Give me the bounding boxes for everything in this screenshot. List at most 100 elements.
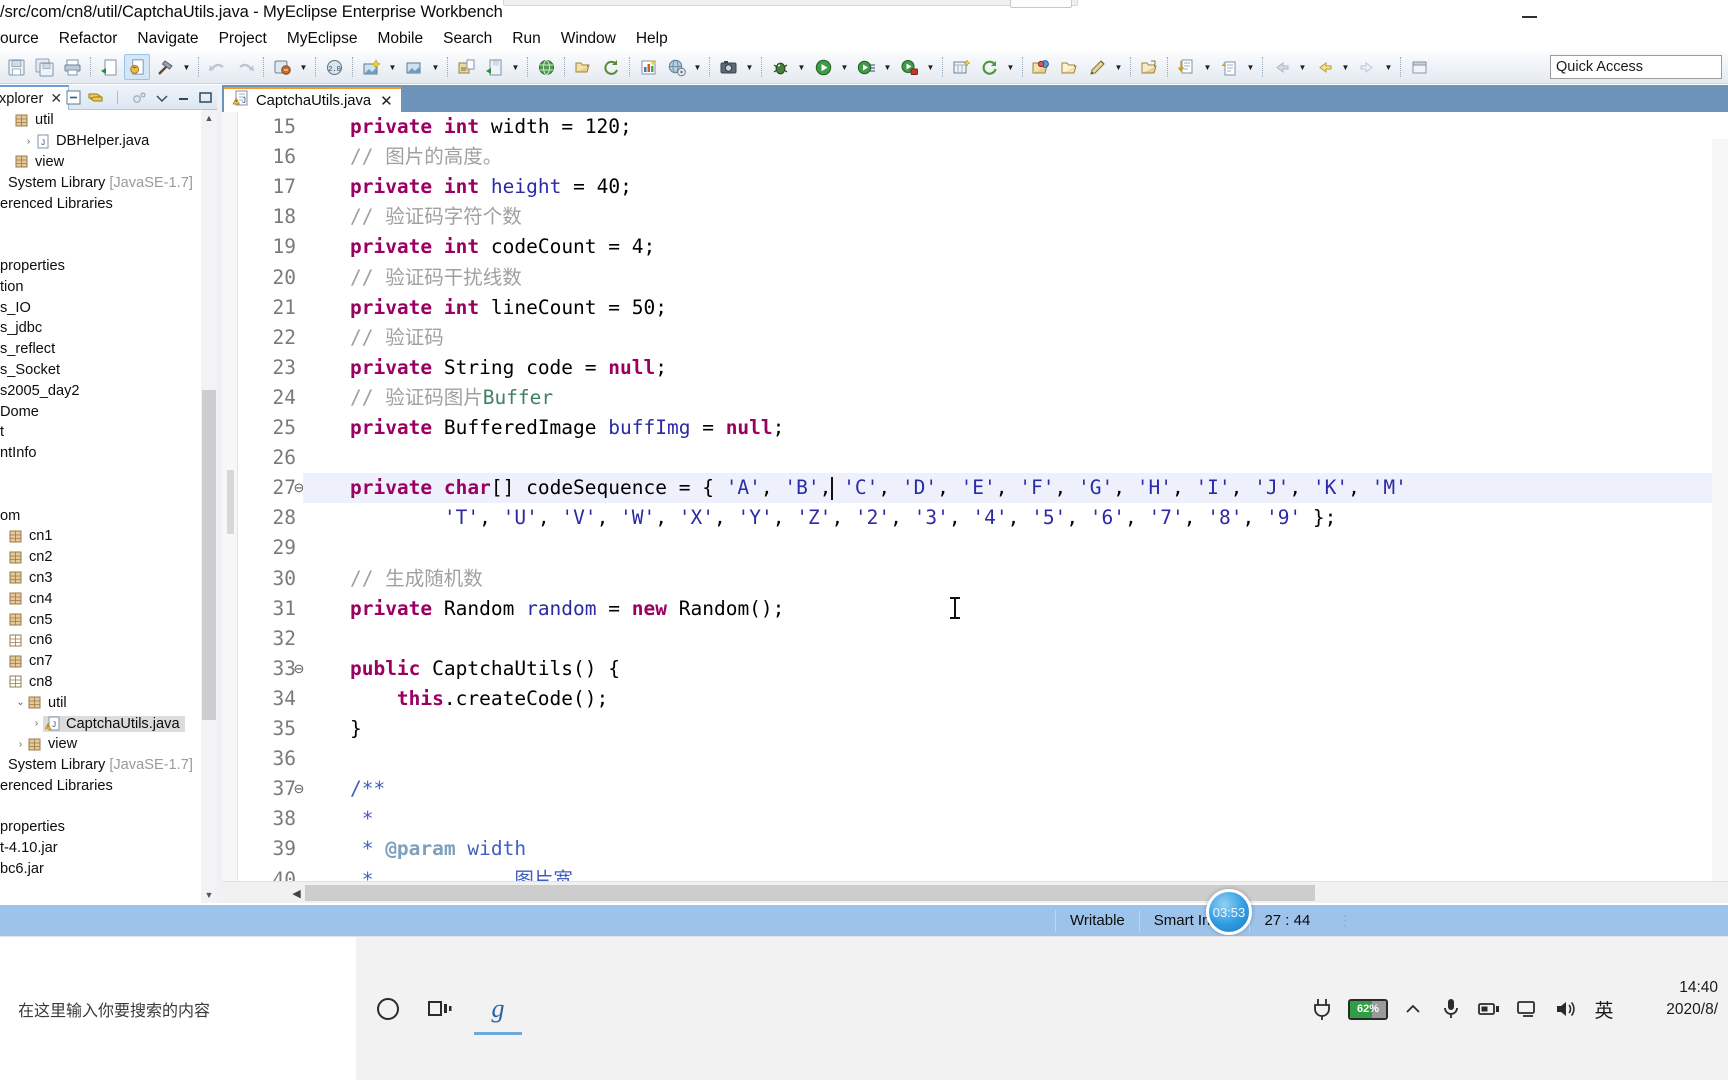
focus-on-active-task-icon[interactable] — [130, 88, 149, 107]
tree-item-s2005-day2[interactable]: s2005_day2 — [0, 380, 217, 401]
volume-icon[interactable] — [1546, 987, 1584, 1031]
open-db-dropdown-arrow-icon[interactable]: ▼ — [429, 54, 442, 80]
open-resource-icon[interactable] — [570, 54, 596, 80]
screen-recorder-bubble[interactable]: 03:53 — [1206, 889, 1252, 935]
debug-dropdown-arrow-icon[interactable]: ▼ — [795, 54, 808, 80]
taskbar-search-input[interactable]: 在这里输入你要搜索的内容 — [0, 937, 356, 1080]
run-server-icon[interactable] — [481, 54, 507, 80]
tree-item-s-jdbc[interactable]: s_jdbc — [0, 318, 217, 339]
tree-item-s-reflect[interactable]: s_reflect — [0, 339, 217, 360]
tree-item-t-4-10-jar[interactable]: t-4.10.jar — [0, 838, 217, 859]
screenshot-icon[interactable] — [715, 54, 741, 80]
tree-item-system-library[interactable]: System Library [JavaSE-1.7] — [0, 755, 217, 776]
new-java-class-icon[interactable] — [124, 54, 150, 80]
deploy-icon[interactable] — [269, 54, 295, 80]
taskbar-clock[interactable]: 14:40 2020/8/ — [1622, 977, 1718, 1021]
editor-body[interactable]: 15 16 17 18 19 20 21 22 23 24 25 26 27 ⊖ 28 29 30 31 32 33 ⊖… — [222, 112, 1728, 881]
open-resource-2-icon[interactable] — [1056, 54, 1082, 80]
menu-item-navigate[interactable]: Navigate — [127, 26, 208, 51]
menu-item-myeclipse[interactable]: MyEclipse — [277, 26, 368, 51]
power-plug-icon[interactable] — [1304, 987, 1342, 1031]
run-icon[interactable] — [810, 54, 836, 80]
tab-captchautils-java[interactable]: J CaptchaUtils.java ✕ — [224, 87, 401, 112]
globe-db-icon[interactable] — [663, 54, 689, 80]
cortana-icon[interactable] — [368, 989, 408, 1029]
package-explorer-tree[interactable]: util › J DBHelper.java view System Library … — [0, 110, 217, 903]
menu-item-search[interactable]: Search — [433, 26, 502, 51]
maximize-view-icon[interactable] — [196, 88, 215, 107]
edit-pencil-icon[interactable] — [1084, 54, 1110, 80]
pin-editor-icon[interactable] — [1406, 54, 1432, 80]
tree-item-erenced-libraries[interactable]: erenced Libraries — [0, 776, 217, 797]
tree-item-dbhelper-java[interactable]: › J DBHelper.java — [0, 131, 217, 152]
previous-annotation-dropdown-arrow-icon[interactable]: ▼ — [1201, 54, 1214, 80]
marker-bar[interactable] — [222, 112, 238, 881]
view-menu-icon[interactable] — [152, 88, 171, 107]
expand-twisty-icon[interactable]: › — [30, 718, 43, 729]
tree-item-captchautils-java[interactable]: › J CaptchaUtils.java — [0, 713, 217, 734]
expand-twisty-icon[interactable]: › — [22, 136, 35, 147]
tree-item-cn4[interactable]: cn4 — [0, 588, 217, 609]
tree-item-cn8[interactable]: cn8 — [0, 672, 217, 693]
editor-vertical-scrollbar[interactable] — [1712, 139, 1728, 881]
run-configurations-icon[interactable] — [896, 54, 922, 80]
tree-item-s-socket[interactable]: s_Socket — [0, 360, 217, 381]
tree-item-cn3[interactable]: cn3 — [0, 568, 217, 589]
globe-db-dropdown-arrow-icon[interactable]: ▼ — [691, 54, 704, 80]
tree-item-view[interactable]: › view — [0, 734, 217, 755]
collapse-all-icon[interactable] — [64, 88, 83, 107]
new-db-wizard-icon[interactable] — [358, 54, 384, 80]
menu-item-help[interactable]: Help — [626, 26, 678, 51]
package-explorer-scrollbar[interactable]: ▲ ▼ — [201, 110, 217, 903]
tree-item-system-library[interactable]: System Library [JavaSE-1.7] — [0, 172, 217, 193]
sync-dropdown-arrow-icon[interactable]: ▼ — [1004, 54, 1017, 80]
tree-item-t[interactable]: t — [0, 422, 217, 443]
menu-item-project[interactable]: Project — [209, 26, 277, 51]
quick-access-input[interactable]: Quick Access — [1550, 55, 1722, 79]
import-project-icon[interactable] — [453, 54, 479, 80]
menu-item-run[interactable]: Run — [502, 26, 550, 51]
tree-item-util[interactable]: ⌄ util — [0, 692, 217, 713]
tree-item-dome[interactable]: Dome — [0, 401, 217, 422]
open-db-icon[interactable] — [401, 54, 427, 80]
scroll-down-icon[interactable]: ▼ — [201, 887, 217, 903]
task-view-icon[interactable] — [420, 989, 460, 1029]
tree-item-cn1[interactable]: cn1 — [0, 526, 217, 547]
tree-item-om[interactable]: om — [0, 505, 217, 526]
code-text-area[interactable]: private int width = 120; // 图片的高度。 priva… — [303, 112, 1712, 881]
menu-item-window[interactable]: Window — [551, 26, 626, 51]
tree-item-properties[interactable]: properties — [0, 256, 217, 277]
tree-item-util[interactable]: util — [0, 110, 217, 131]
minimize-view-icon[interactable] — [174, 88, 193, 107]
hscrollbar-thumb[interactable] — [305, 885, 1315, 901]
run-server-dropdown-arrow-icon[interactable]: ▼ — [509, 54, 522, 80]
save-all-icon[interactable] — [31, 54, 57, 80]
close-icon[interactable]: ✕ — [380, 92, 393, 110]
new-java-file-icon[interactable] — [96, 54, 122, 80]
tree-item-tion[interactable]: tion — [0, 276, 217, 297]
report-icon[interactable] — [635, 54, 661, 80]
debug-icon[interactable] — [767, 54, 793, 80]
screenshot-dropdown-arrow-icon[interactable]: ▼ — [743, 54, 756, 80]
sync-icon[interactable] — [976, 54, 1002, 80]
print-icon[interactable] — [59, 54, 85, 80]
scrollbar-thumb[interactable] — [202, 390, 216, 720]
open-type-icon[interactable] — [1028, 54, 1054, 80]
open-task-icon[interactable] — [1136, 54, 1162, 80]
save-icon[interactable] — [3, 54, 29, 80]
new-db-dropdown-arrow-icon[interactable]: ▼ — [386, 54, 399, 80]
tree-item-view[interactable]: view — [0, 152, 217, 173]
build-dropdown-arrow-icon[interactable]: ▼ — [180, 54, 193, 80]
menu-item-refactor[interactable]: Refactor — [49, 26, 128, 51]
network-status-icon[interactable] — [1470, 987, 1508, 1031]
run-dropdown-arrow-icon[interactable]: ▼ — [838, 54, 851, 80]
minimize-button[interactable] — [1506, 0, 1552, 26]
ime-indicator[interactable]: 英 — [1584, 987, 1624, 1031]
build-hammer-icon[interactable] — [152, 54, 178, 80]
taskbar-app-myeclipse[interactable]: g — [474, 983, 522, 1035]
battery-indicator[interactable]: 62% — [1342, 987, 1394, 1031]
forward-dropdown-arrow-icon[interactable]: ▼ — [1382, 54, 1395, 80]
tree-item-bc6-jar[interactable]: bc6.jar — [0, 859, 217, 880]
run-config-dropdown-arrow-icon[interactable]: ▼ — [924, 54, 937, 80]
back-dropdown-arrow-icon[interactable]: ▼ — [1339, 54, 1352, 80]
